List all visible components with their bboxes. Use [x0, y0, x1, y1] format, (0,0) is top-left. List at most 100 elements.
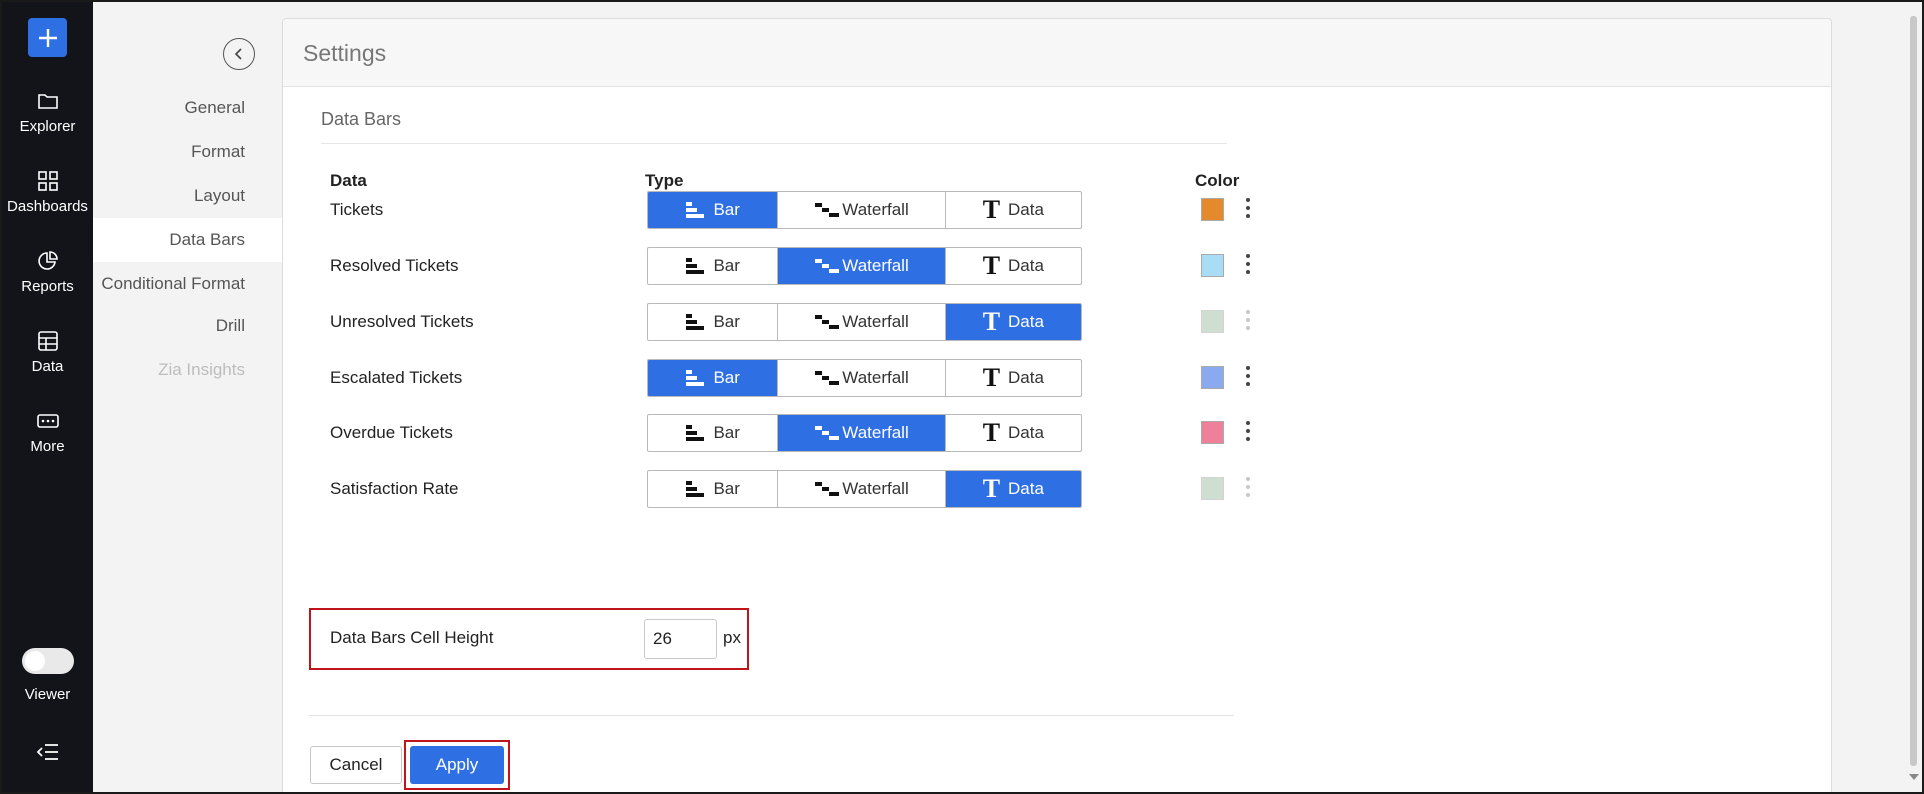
text-icon: T [982, 251, 1001, 280]
cell-height-input[interactable]: 26 [644, 619, 717, 659]
waterfall-icon [814, 314, 840, 330]
rail-item-label: Explorer [19, 118, 76, 135]
rail-item-label: Reports [21, 278, 74, 295]
rail-item-explorer[interactable]: Explorer [2, 90, 93, 135]
kebab-menu-icon[interactable] [1238, 252, 1258, 276]
kebab-menu-icon[interactable] [1238, 419, 1258, 443]
create-new-button[interactable] [28, 18, 67, 57]
type-option-label: Data [1008, 200, 1044, 219]
column-header-type: Type [645, 171, 684, 190]
app-window: Explorer Dashboards Reports Data More Viewer… [0, 0, 1924, 794]
type-option-waterfall[interactable]: Waterfall [778, 471, 946, 507]
type-selector-satisfaction-rate: Bar Waterfall T Data [647, 470, 1082, 508]
main-nav-rail: Explorer Dashboards Reports Data More Viewer [2, 2, 93, 792]
type-selector-resolved-tickets: Bar Waterfall T Data [647, 247, 1082, 285]
subnav-item-zia-insights: Zia Insights [158, 360, 245, 379]
type-option-bar[interactable]: Bar [648, 360, 779, 396]
kebab-menu-icon[interactable] [1238, 196, 1258, 220]
bar-chart-icon [685, 201, 705, 219]
type-option-data[interactable]: T Data [946, 192, 1081, 228]
viewer-toggle[interactable] [22, 648, 74, 674]
type-option-data[interactable]: T Data [946, 415, 1081, 451]
type-option-label: Bar [713, 368, 740, 387]
column-header-data: Data [330, 171, 367, 190]
collapse-menu-icon[interactable] [36, 742, 60, 767]
section-title: Data Bars [321, 109, 402, 129]
subnav-item-format[interactable]: Format [93, 130, 282, 174]
waterfall-icon [814, 258, 840, 274]
rail-item-reports[interactable]: Reports [2, 250, 93, 295]
panel-title: Settings [283, 19, 1831, 87]
type-option-bar[interactable]: Bar [648, 415, 779, 451]
folder-icon [37, 94, 58, 109]
rail-item-dashboards[interactable]: Dashboards [2, 170, 93, 215]
row-label-escalated-tickets: Escalated Tickets [330, 368, 463, 387]
table-icon [37, 331, 58, 351]
rail-item-data[interactable]: Data [2, 330, 93, 375]
waterfall-icon [814, 202, 840, 218]
type-option-label: Bar [713, 423, 740, 442]
bar-chart-icon [685, 424, 705, 442]
bar-chart-icon [685, 313, 705, 331]
apply-button[interactable]: Apply [410, 746, 504, 784]
type-option-label: Waterfall [842, 256, 909, 275]
type-option-label: Bar [713, 256, 740, 275]
scroll-down-arrow-icon[interactable] [1909, 774, 1919, 780]
type-option-label: Bar [713, 200, 740, 219]
type-option-data[interactable]: T Data [945, 304, 1081, 340]
scrollbar-thumb[interactable] [1910, 16, 1917, 766]
type-option-label: Data [1008, 256, 1044, 275]
column-header-color: Color [1195, 171, 1240, 190]
row-label-overdue-tickets: Overdue Tickets [330, 423, 453, 442]
type-option-waterfall[interactable]: Waterfall [778, 415, 946, 451]
type-option-label: Data [1008, 423, 1044, 442]
pie-chart-icon [37, 251, 58, 270]
subnav-item-layout[interactable]: Layout [93, 174, 282, 218]
grid-icon [37, 171, 58, 191]
row-label-satisfaction-rate: Satisfaction Rate [330, 479, 459, 498]
footer-divider [309, 715, 1234, 716]
type-option-label: Data [1008, 479, 1044, 498]
back-button[interactable] [223, 38, 255, 70]
chevron-left-icon [234, 48, 242, 60]
color-swatch-tickets[interactable] [1201, 198, 1224, 221]
type-option-bar[interactable]: Bar [648, 471, 779, 507]
cell-height-unit: px [723, 628, 741, 647]
text-icon: T [982, 195, 1001, 224]
type-option-waterfall[interactable]: Waterfall [778, 248, 946, 284]
settings-panel: Settings Data Bars Data Type Color Ticke… [282, 18, 1832, 792]
subnav-item-drill[interactable]: Drill [93, 304, 282, 348]
type-option-waterfall[interactable]: Waterfall [778, 360, 946, 396]
color-swatch-unresolved-tickets [1201, 310, 1224, 333]
type-option-bar[interactable]: Bar [648, 192, 779, 228]
text-icon: T [982, 307, 1001, 336]
type-option-bar[interactable]: Bar [648, 304, 779, 340]
cancel-button[interactable]: Cancel [310, 746, 402, 784]
type-option-data[interactable]: T Data [945, 471, 1081, 507]
waterfall-icon [814, 481, 840, 497]
kebab-menu-icon[interactable] [1238, 364, 1258, 388]
vertical-scrollbar[interactable] [1903, 2, 1922, 792]
type-selector-tickets: Bar Waterfall T Data [647, 191, 1082, 229]
type-option-waterfall[interactable]: Waterfall [778, 304, 946, 340]
waterfall-icon [814, 425, 840, 441]
type-option-data[interactable]: T Data [946, 360, 1081, 396]
type-option-bar[interactable]: Bar [648, 248, 779, 284]
bar-chart-icon [685, 369, 705, 387]
bar-chart-icon [685, 480, 705, 498]
color-swatch-escalated-tickets[interactable] [1201, 366, 1224, 389]
toggle-knob [25, 651, 45, 671]
text-icon: T [982, 418, 1001, 447]
cell-height-label: Data Bars Cell Height [330, 628, 494, 647]
type-option-data[interactable]: T Data [946, 248, 1081, 284]
subnav-item-data-bars[interactable]: Data Bars [93, 218, 282, 262]
type-selector-unresolved-tickets: Bar Waterfall T Data [647, 303, 1082, 341]
type-option-waterfall[interactable]: Waterfall [778, 192, 946, 228]
subnav-item-general[interactable]: General [93, 86, 282, 130]
rail-item-more[interactable]: More [2, 410, 93, 455]
color-swatch-overdue-tickets[interactable] [1201, 421, 1224, 444]
color-swatch-resolved-tickets[interactable] [1201, 254, 1224, 277]
type-option-label: Waterfall [842, 368, 909, 387]
kebab-menu-icon [1238, 475, 1258, 499]
subnav-item-conditional-format[interactable]: Conditional Format [93, 262, 282, 306]
